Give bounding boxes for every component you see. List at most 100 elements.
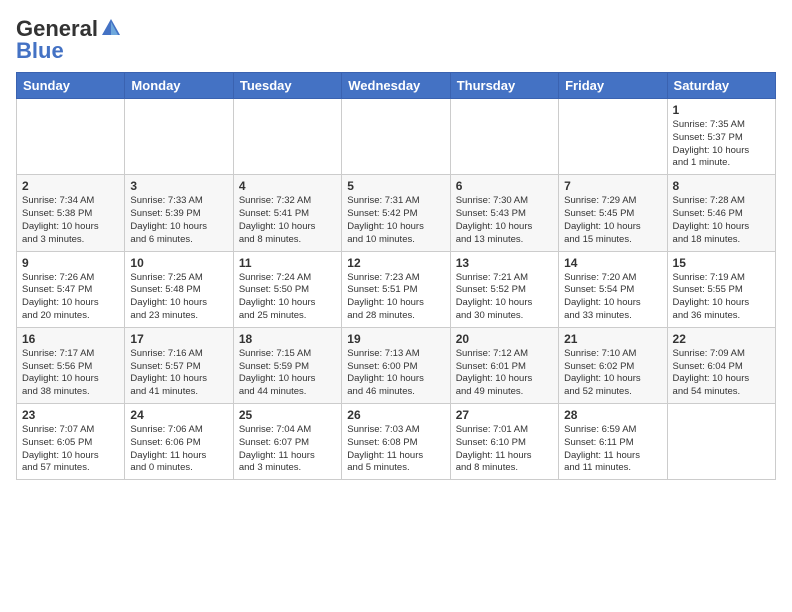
day-number: 16: [22, 332, 119, 346]
calendar-cell: 5 Sunrise: 7:31 AM Sunset: 5:42 PM Daylig…: [342, 175, 450, 251]
calendar-cell: [125, 99, 233, 175]
calendar-cell: 15 Sunrise: 7:19 AM Sunset: 5:55 PM Dayli…: [667, 251, 775, 327]
day-number: 26: [347, 408, 444, 422]
calendar-cell: 22 Sunrise: 7:09 AM Sunset: 6:04 PM Dayli…: [667, 327, 775, 403]
day-info: Sunrise: 7:35 AM Sunset: 5:37 PM Dayligh…: [673, 119, 770, 170]
day-number: 5: [347, 179, 444, 193]
calendar-cell: 3 Sunrise: 7:33 AM Sunset: 5:39 PM Daylig…: [125, 175, 233, 251]
day-number: 25: [239, 408, 336, 422]
weekday-header-thursday: Thursday: [450, 73, 558, 99]
day-number: 20: [456, 332, 553, 346]
day-number: 12: [347, 256, 444, 270]
calendar-cell: [342, 99, 450, 175]
day-info: Sunrise: 7:32 AM Sunset: 5:41 PM Dayligh…: [239, 195, 336, 246]
day-number: 21: [564, 332, 661, 346]
calendar-cell: 25 Sunrise: 7:04 AM Sunset: 6:07 PM Dayli…: [233, 404, 341, 480]
calendar-cell: 27 Sunrise: 7:01 AM Sunset: 6:10 PM Dayli…: [450, 404, 558, 480]
day-number: 15: [673, 256, 770, 270]
day-number: 23: [22, 408, 119, 422]
weekday-header-monday: Monday: [125, 73, 233, 99]
calendar-cell: 10 Sunrise: 7:25 AM Sunset: 5:48 PM Dayli…: [125, 251, 233, 327]
calendar-cell: 14 Sunrise: 7:20 AM Sunset: 5:54 PM Dayli…: [559, 251, 667, 327]
calendar-cell: 26Sunrise: 7:03 AM Sunset: 6:08 PM Dayli…: [342, 404, 450, 480]
day-info: Sunrise: 7:29 AM Sunset: 5:45 PM Dayligh…: [564, 195, 661, 246]
calendar-cell: 19Sunrise: 7:13 AM Sunset: 6:00 PM Dayli…: [342, 327, 450, 403]
day-info: Sunrise: 7:24 AM Sunset: 5:50 PM Dayligh…: [239, 272, 336, 323]
calendar-cell: 24 Sunrise: 7:06 AM Sunset: 6:06 PM Dayli…: [125, 404, 233, 480]
day-number: 11: [239, 256, 336, 270]
calendar-cell: [233, 99, 341, 175]
day-info: Sunrise: 7:25 AM Sunset: 5:48 PM Dayligh…: [130, 272, 227, 323]
day-number: 8: [673, 179, 770, 193]
day-info: Sunrise: 7:20 AM Sunset: 5:54 PM Dayligh…: [564, 272, 661, 323]
calendar-cell: 17 Sunrise: 7:16 AM Sunset: 5:57 PM Dayli…: [125, 327, 233, 403]
day-info: Sunrise: 7:13 AM Sunset: 6:00 PM Dayligh…: [347, 348, 444, 399]
calendar-week-row: 1 Sunrise: 7:35 AM Sunset: 5:37 PM Daylig…: [17, 99, 776, 175]
calendar-cell: 7 Sunrise: 7:29 AM Sunset: 5:45 PM Daylig…: [559, 175, 667, 251]
day-info: Sunrise: 7:01 AM Sunset: 6:10 PM Dayligh…: [456, 424, 553, 475]
day-number: 4: [239, 179, 336, 193]
day-info: Sunrise: 6:59 AM Sunset: 6:11 PM Dayligh…: [564, 424, 661, 475]
calendar-week-row: 9 Sunrise: 7:26 AM Sunset: 5:47 PM Daylig…: [17, 251, 776, 327]
day-info: Sunrise: 7:33 AM Sunset: 5:39 PM Dayligh…: [130, 195, 227, 246]
day-number: 27: [456, 408, 553, 422]
calendar-cell: 9 Sunrise: 7:26 AM Sunset: 5:47 PM Daylig…: [17, 251, 125, 327]
calendar-cell: 28 Sunrise: 6:59 AM Sunset: 6:11 PM Dayli…: [559, 404, 667, 480]
day-number: 13: [456, 256, 553, 270]
calendar-cell: 20 Sunrise: 7:12 AM Sunset: 6:01 PM Dayli…: [450, 327, 558, 403]
logo: General Blue: [16, 16, 122, 64]
day-number: 7: [564, 179, 661, 193]
calendar-cell: [450, 99, 558, 175]
day-info: Sunrise: 7:21 AM Sunset: 5:52 PM Dayligh…: [456, 272, 553, 323]
calendar-cell: 4 Sunrise: 7:32 AM Sunset: 5:41 PM Daylig…: [233, 175, 341, 251]
day-info: Sunrise: 7:26 AM Sunset: 5:47 PM Dayligh…: [22, 272, 119, 323]
day-info: Sunrise: 7:31 AM Sunset: 5:42 PM Dayligh…: [347, 195, 444, 246]
calendar-cell: [17, 99, 125, 175]
weekday-header-friday: Friday: [559, 73, 667, 99]
weekday-header-wednesday: Wednesday: [342, 73, 450, 99]
day-number: 22: [673, 332, 770, 346]
day-info: Sunrise: 7:19 AM Sunset: 5:55 PM Dayligh…: [673, 272, 770, 323]
day-number: 1: [673, 103, 770, 117]
calendar-cell: 23 Sunrise: 7:07 AM Sunset: 6:05 PM Dayli…: [17, 404, 125, 480]
logo-blue-text: Blue: [16, 38, 64, 64]
calendar-cell: 13 Sunrise: 7:21 AM Sunset: 5:52 PM Dayli…: [450, 251, 558, 327]
day-number: 18: [239, 332, 336, 346]
calendar-cell: 21 Sunrise: 7:10 AM Sunset: 6:02 PM Dayli…: [559, 327, 667, 403]
calendar-week-row: 2 Sunrise: 7:34 AM Sunset: 5:38 PM Daylig…: [17, 175, 776, 251]
day-number: 24: [130, 408, 227, 422]
calendar-week-row: 23 Sunrise: 7:07 AM Sunset: 6:05 PM Dayli…: [17, 404, 776, 480]
calendar-table: SundayMondayTuesdayWednesdayThursdayFrid…: [16, 72, 776, 480]
weekday-header-tuesday: Tuesday: [233, 73, 341, 99]
page-header: General Blue: [16, 16, 776, 64]
calendar-cell: 16Sunrise: 7:17 AM Sunset: 5:56 PM Dayli…: [17, 327, 125, 403]
logo-icon: [100, 17, 122, 39]
calendar-week-row: 16Sunrise: 7:17 AM Sunset: 5:56 PM Dayli…: [17, 327, 776, 403]
day-number: 3: [130, 179, 227, 193]
day-number: 14: [564, 256, 661, 270]
day-number: 17: [130, 332, 227, 346]
day-info: Sunrise: 7:04 AM Sunset: 6:07 PM Dayligh…: [239, 424, 336, 475]
calendar-cell: 8Sunrise: 7:28 AM Sunset: 5:46 PM Daylig…: [667, 175, 775, 251]
day-info: Sunrise: 7:12 AM Sunset: 6:01 PM Dayligh…: [456, 348, 553, 399]
day-number: 2: [22, 179, 119, 193]
day-info: Sunrise: 7:09 AM Sunset: 6:04 PM Dayligh…: [673, 348, 770, 399]
day-number: 28: [564, 408, 661, 422]
day-info: Sunrise: 7:23 AM Sunset: 5:51 PM Dayligh…: [347, 272, 444, 323]
day-info: Sunrise: 7:16 AM Sunset: 5:57 PM Dayligh…: [130, 348, 227, 399]
weekday-header-sunday: Sunday: [17, 73, 125, 99]
calendar-cell: 11 Sunrise: 7:24 AM Sunset: 5:50 PM Dayli…: [233, 251, 341, 327]
day-number: 9: [22, 256, 119, 270]
day-info: Sunrise: 7:07 AM Sunset: 6:05 PM Dayligh…: [22, 424, 119, 475]
calendar-cell: [667, 404, 775, 480]
day-info: Sunrise: 7:06 AM Sunset: 6:06 PM Dayligh…: [130, 424, 227, 475]
day-info: Sunrise: 7:34 AM Sunset: 5:38 PM Dayligh…: [22, 195, 119, 246]
day-info: Sunrise: 7:15 AM Sunset: 5:59 PM Dayligh…: [239, 348, 336, 399]
calendar-cell: 18 Sunrise: 7:15 AM Sunset: 5:59 PM Dayli…: [233, 327, 341, 403]
calendar-cell: 1 Sunrise: 7:35 AM Sunset: 5:37 PM Daylig…: [667, 99, 775, 175]
weekday-header-saturday: Saturday: [667, 73, 775, 99]
calendar-cell: 2 Sunrise: 7:34 AM Sunset: 5:38 PM Daylig…: [17, 175, 125, 251]
day-info: Sunrise: 7:10 AM Sunset: 6:02 PM Dayligh…: [564, 348, 661, 399]
day-number: 6: [456, 179, 553, 193]
day-number: 10: [130, 256, 227, 270]
